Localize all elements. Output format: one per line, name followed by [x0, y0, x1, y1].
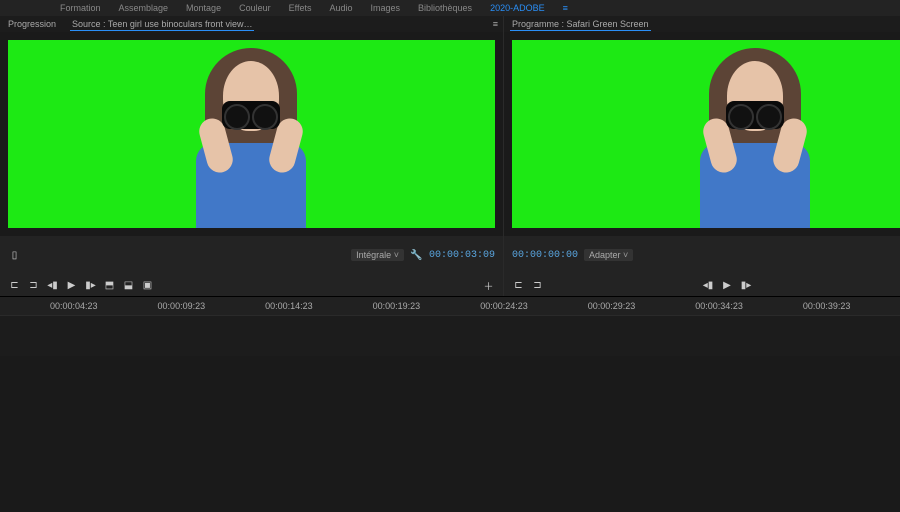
progression-tab[interactable]: Progression	[6, 18, 58, 30]
main-area: Progression Source : Teen girl use binoc…	[0, 16, 900, 512]
green-screen-video	[8, 40, 495, 228]
workspace-tab[interactable]: Montage	[186, 3, 221, 13]
step-back-icon[interactable]: ◂▮	[46, 279, 59, 292]
mark-in-icon[interactable]: ⊏	[512, 279, 525, 292]
play-icon[interactable]: ▶	[65, 279, 78, 292]
source-panel: Progression Source : Teen girl use binoc…	[0, 16, 504, 296]
program-panel: Programme : Safari Green Screen ≡ 00:00:…	[504, 16, 900, 296]
source-title-tab[interactable]: Source : Teen girl use binoculars front …	[70, 18, 254, 31]
program-transport: ⊏ ⊐ ◂▮ ▶ ▮▸ ⬑ ⬏ ▣ ◫ ＋	[504, 274, 900, 296]
workspace-tab[interactable]: 2020-ADOBE	[490, 3, 545, 13]
workspace-tab[interactable]: Bibliothèques	[418, 3, 472, 13]
green-screen-video	[512, 40, 900, 228]
workspace-tabs: Formation Assemblage Montage Couleur Effets A…	[0, 0, 900, 16]
step-fwd-icon[interactable]: ▮▸	[84, 279, 97, 292]
workspace-menu-icon[interactable]: ≡	[563, 3, 568, 13]
program-monitor[interactable]	[504, 32, 900, 236]
workspace-tab[interactable]: Assemblage	[119, 3, 169, 13]
timeline-mark: 00:00:04:23	[50, 301, 98, 311]
workspace-tab[interactable]: Effets	[289, 3, 312, 13]
program-tc-left[interactable]: 00:00:00:00	[512, 250, 578, 261]
program-controls: 00:00:00:00 Adapter ˅ 🔧 00:00:03:07	[504, 236, 900, 274]
timeline-panel[interactable]: 00:00:04:23 00:00:09:23 00:00:14:23 00:00:1…	[0, 296, 900, 512]
source-monitor[interactable]	[0, 32, 503, 236]
step-back-icon[interactable]: ◂▮	[701, 279, 714, 292]
timeline-mark: 00:00:29:23	[588, 301, 636, 311]
source-fit-select[interactable]: Intégrale ˅	[351, 249, 404, 261]
insert-icon[interactable]: ⬒	[103, 279, 116, 292]
program-header: Programme : Safari Green Screen ≡	[504, 16, 900, 32]
timeline-tracks[interactable]	[0, 316, 900, 356]
hd-icon[interactable]: ▯	[8, 249, 21, 262]
timeline-mark: 00:00:09:23	[158, 301, 206, 311]
timeline-ruler[interactable]: 00:00:04:23 00:00:09:23 00:00:14:23 00:00:1…	[0, 297, 900, 316]
overwrite-icon[interactable]: ⬓	[122, 279, 135, 292]
timeline-mark: 00:00:34:23	[695, 301, 743, 311]
workspace-tab[interactable]: Audio	[329, 3, 352, 13]
export-frame-icon[interactable]: ▣	[141, 279, 154, 292]
timeline-mark: 00:00:14:23	[265, 301, 313, 311]
plus-icon[interactable]: ＋	[482, 279, 495, 292]
workspace-tab[interactable]: Formation	[60, 3, 101, 13]
program-fit-select[interactable]: Adapter ˅	[584, 249, 633, 261]
mark-out-icon[interactable]: ⊐	[531, 279, 544, 292]
play-icon[interactable]: ▶	[720, 279, 733, 292]
monitor-row: Progression Source : Teen girl use binoc…	[0, 16, 900, 296]
source-header: Progression Source : Teen girl use binoc…	[0, 16, 503, 32]
source-transport: ⊏ ⊐ ◂▮ ▶ ▮▸ ⬒ ⬓ ▣ ＋	[0, 274, 503, 296]
panel-menu-icon[interactable]: ≡	[493, 19, 497, 29]
program-title-tab[interactable]: Programme : Safari Green Screen	[510, 18, 651, 31]
timeline-mark: 00:00:24:23	[480, 301, 528, 311]
step-fwd-icon[interactable]: ▮▸	[739, 279, 752, 292]
timeline-mark: 00:00:39:23	[803, 301, 851, 311]
timeline-mark: 00:00:19:23	[373, 301, 421, 311]
wrench-icon[interactable]: 🔧	[410, 249, 423, 262]
mark-out-icon[interactable]: ⊐	[27, 279, 40, 292]
workspace-tab[interactable]: Couleur	[239, 3, 271, 13]
source-controls: ▯ Intégrale ˅ 🔧 00:00:03:09	[0, 236, 503, 274]
source-timecode[interactable]: 00:00:03:09	[429, 250, 495, 261]
mark-in-icon[interactable]: ⊏	[8, 279, 21, 292]
workspace-tab[interactable]: Images	[371, 3, 401, 13]
left-column: Progression Source : Teen girl use binoc…	[0, 16, 900, 512]
